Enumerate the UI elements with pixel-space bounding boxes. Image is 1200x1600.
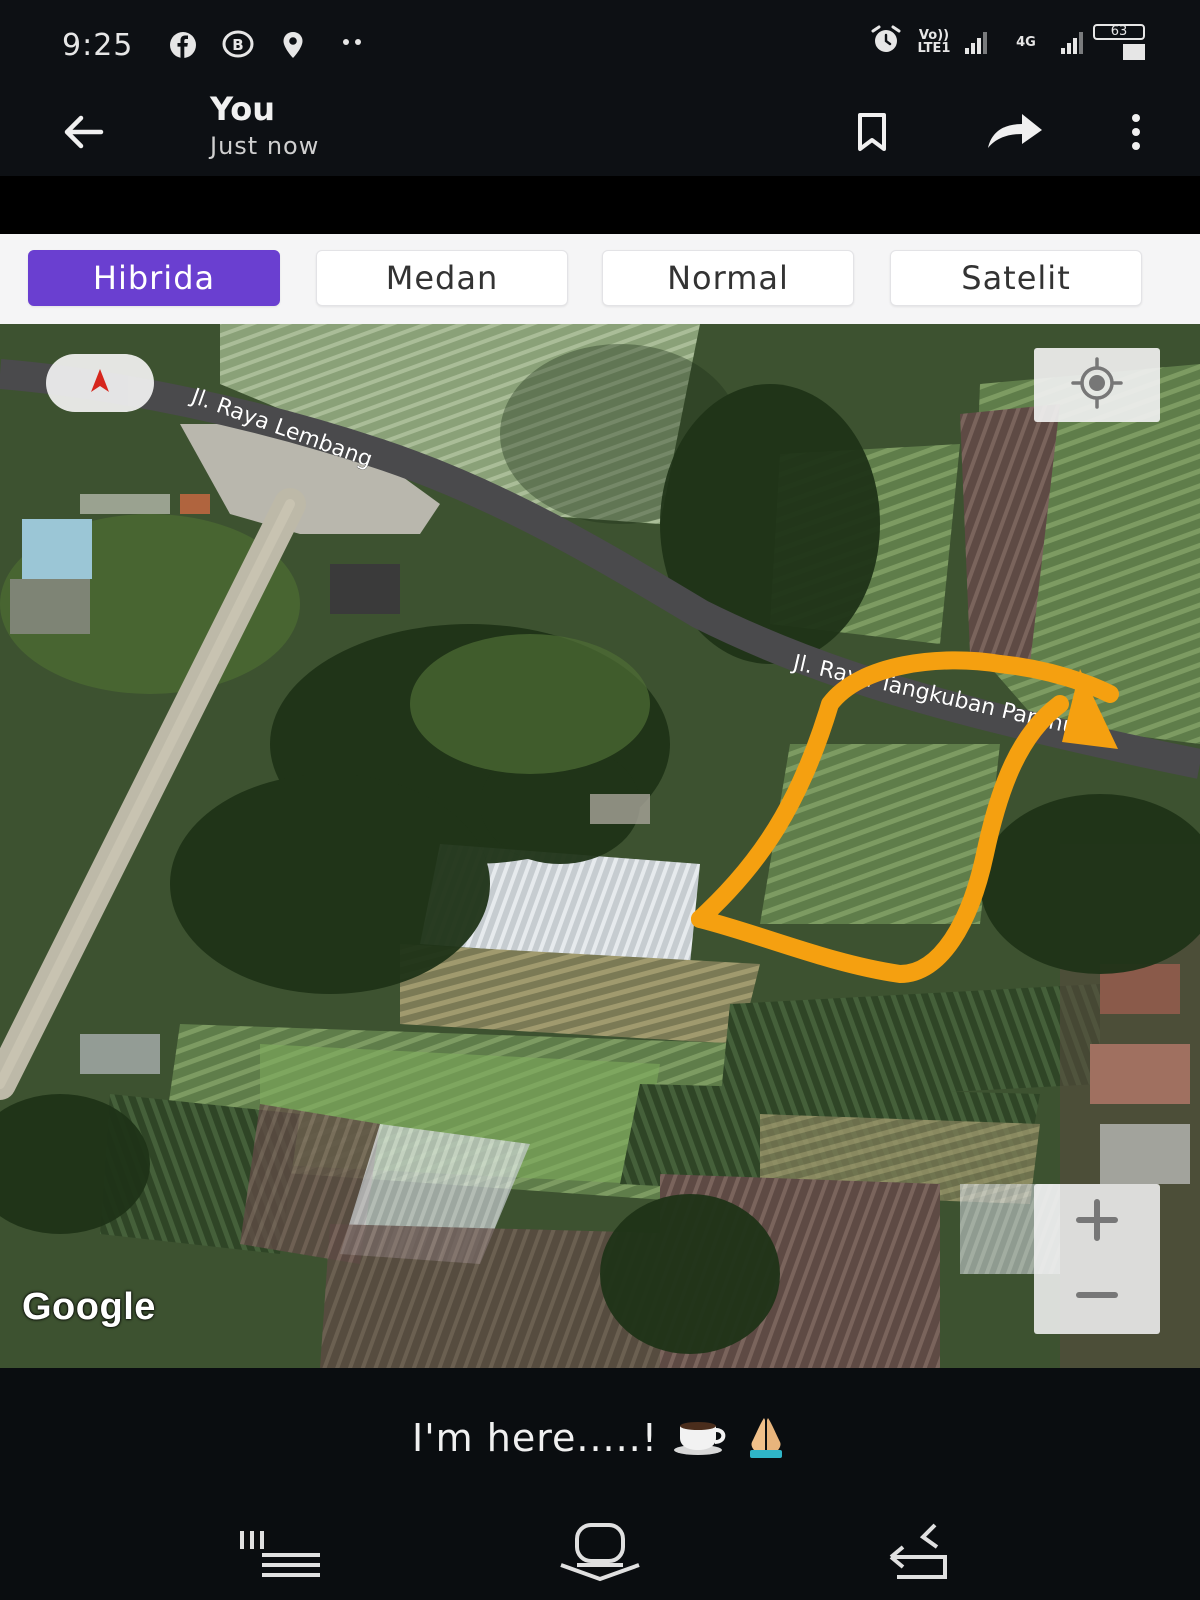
recent-apps-icon <box>236 1523 326 1587</box>
bookmark-icon[interactable] <box>844 104 900 160</box>
svg-text:B: B <box>232 36 243 54</box>
back-nav-icon <box>883 1521 963 1589</box>
message-caption: I'm here.....! <box>0 1368 1200 1508</box>
network-label-1: Vo)) LTE1 <box>917 28 951 56</box>
zoom-controls <box>1034 1184 1160 1334</box>
praying-hands-icon <box>744 1414 788 1462</box>
alarm-icon <box>869 25 903 60</box>
system-nav-bar <box>0 1508 1200 1600</box>
tab-normal[interactable]: Normal <box>602 250 854 306</box>
page-subtitle: Just now <box>210 132 320 160</box>
coffee-cup-icon <box>672 1416 730 1460</box>
more-dots-icon <box>340 26 366 62</box>
messenger-bot-icon: B <box>222 30 254 66</box>
status-right-cluster: Vo)) LTE1 4G 63 <box>869 24 1145 60</box>
caption-text: I'm here.....! <box>411 1416 658 1460</box>
zoom-out-button[interactable] <box>1034 1259 1160 1334</box>
divider-band <box>0 176 1200 234</box>
plus-icon <box>1069 1192 1125 1252</box>
compass-needle-icon <box>85 366 115 400</box>
back-arrow-icon[interactable] <box>55 104 111 160</box>
google-attribution: Google <box>22 1286 156 1328</box>
tab-medan[interactable]: Medan <box>316 250 568 306</box>
signal-strength-icon <box>965 30 987 54</box>
minus-icon <box>1069 1267 1125 1327</box>
share-icon[interactable] <box>980 104 1050 160</box>
zoom-in-button[interactable] <box>1034 1184 1160 1259</box>
crosshair-icon <box>1069 355 1125 415</box>
more-options-icon[interactable] <box>1108 104 1164 160</box>
app-header: You Just now <box>0 90 1200 176</box>
compass-button[interactable] <box>46 354 154 412</box>
satellite-map[interactable]: Jl. Raya Lembang Jl. Raya Tangkuban Para… <box>0 324 1200 1368</box>
facebook-icon <box>168 30 198 66</box>
status-time: 9:25 <box>62 28 134 63</box>
back-button[interactable] <box>878 1520 968 1590</box>
map-type-tabs: Hibrida Medan Normal Satelit <box>0 234 1200 324</box>
satellite-imagery: Jl. Raya Lembang Jl. Raya Tangkuban Para… <box>0 324 1200 1368</box>
home-icon <box>555 1521 645 1589</box>
network-label-2: 4G <box>1016 34 1036 50</box>
battery-icon: 63 <box>1093 24 1145 60</box>
tab-hibrida[interactable]: Hibrida <box>28 250 280 306</box>
tab-satelit[interactable]: Satelit <box>890 250 1142 306</box>
location-pin-icon <box>280 30 306 66</box>
signal-strength-icon-2 <box>1061 30 1083 54</box>
home-button[interactable] <box>555 1520 645 1590</box>
recent-apps-button[interactable] <box>236 1520 326 1590</box>
page-title: You <box>210 90 275 128</box>
status-bar: 9:25 B Vo)) LTE1 4G 63 <box>0 0 1200 90</box>
my-location-button[interactable] <box>1034 348 1160 422</box>
battery-level: 63 <box>1093 24 1145 40</box>
